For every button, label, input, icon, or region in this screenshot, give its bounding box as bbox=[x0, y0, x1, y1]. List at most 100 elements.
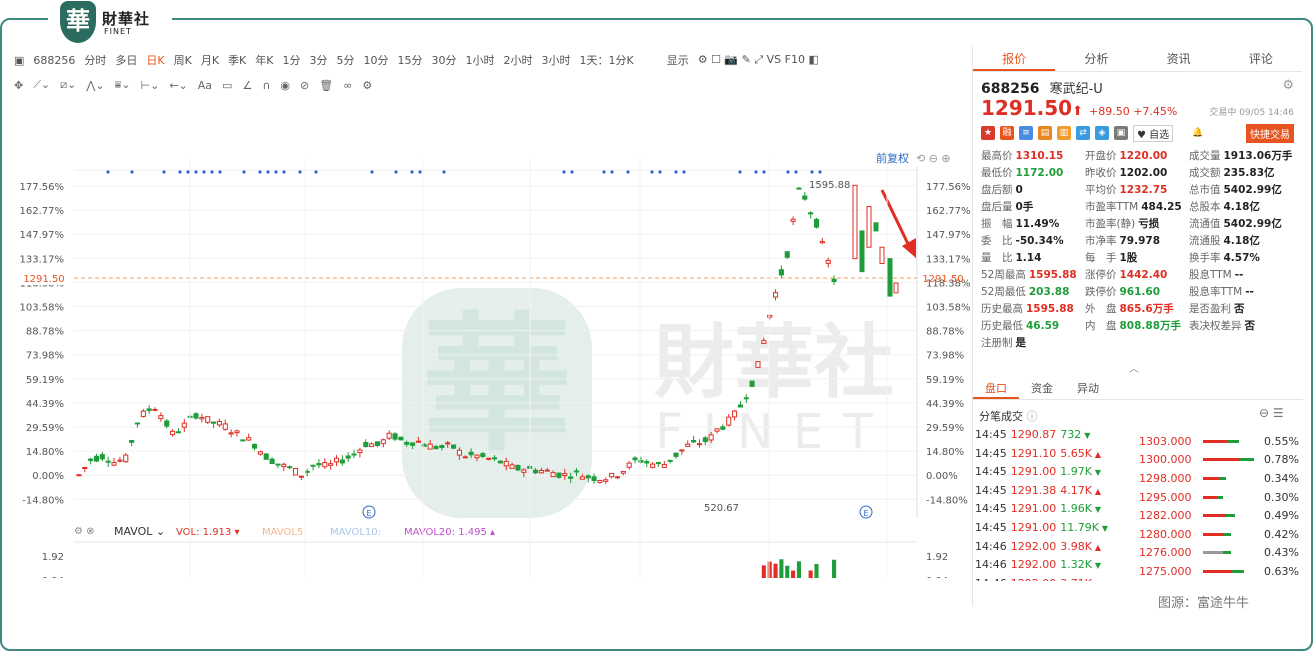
eye-icon[interactable]: ◉ bbox=[280, 79, 290, 92]
indicator-icon[interactable]: ⚙ ☐ 📷 ✎ ⤢ VS F10 ◧ bbox=[698, 53, 819, 67]
price-change: +89.50 +7.45% bbox=[1089, 105, 1178, 118]
period-tab[interactable]: 15分 bbox=[398, 52, 423, 68]
event-dot bbox=[570, 170, 574, 174]
orderbook-tab[interactable]: 资金 bbox=[1019, 378, 1065, 399]
wave-tool-icon[interactable]: ⋀⌄ bbox=[86, 79, 104, 92]
period-tab[interactable]: 季K bbox=[228, 52, 246, 68]
ticks-list: 14:45 1290.87 732 ▼ 14:45 1291.10 5.65K ▲ 14:45 1… bbox=[975, 426, 1135, 581]
candle-body bbox=[275, 463, 281, 466]
event-dot bbox=[242, 170, 246, 174]
quote-tab[interactable]: 评论 bbox=[1220, 46, 1302, 71]
period-tab[interactable]: 1小时 bbox=[466, 52, 495, 68]
period-tab[interactable]: 1分 bbox=[283, 52, 301, 68]
layout-icon[interactable]: ▣ bbox=[14, 54, 24, 67]
quote-cell: 外 盘 865.6万手 bbox=[1085, 303, 1174, 315]
display-menu[interactable]: 显示 bbox=[667, 52, 689, 68]
fib-tool-icon[interactable]: ⩸⌄ bbox=[115, 78, 131, 92]
quote-cell: 表决权差异否 bbox=[1189, 320, 1255, 332]
period-tab[interactable]: 10分 bbox=[364, 52, 389, 68]
orderbook-row: 1298.000 0.34% bbox=[1139, 471, 1299, 485]
vol-label: VOL: 1.913 ▾ bbox=[176, 527, 239, 538]
vol-y-label: 0.94 bbox=[42, 576, 64, 578]
quote-cell: 量 比 1.14 bbox=[981, 252, 1042, 264]
candle-body bbox=[152, 408, 158, 411]
y-tick-label: 177.56% bbox=[20, 182, 65, 193]
orderbook-row: 1282.000 0.49% bbox=[1139, 509, 1299, 523]
candle-body bbox=[351, 453, 357, 456]
orderbook-bar bbox=[1203, 551, 1254, 555]
collapse-chevron-icon[interactable]: ︿ bbox=[1129, 360, 1139, 375]
y-tick-label: 59.19% bbox=[26, 375, 64, 386]
kline-chart[interactable]: 華財華社FINET177.56% 177.56%162.77% 162.77%147… bbox=[14, 98, 971, 578]
quote-cell: 最高价 1310.15 bbox=[981, 150, 1064, 162]
period-tab[interactable]: 30分 bbox=[432, 52, 457, 68]
comment-tool-icon[interactable]: ▭ bbox=[222, 79, 232, 92]
bell-icon[interactable]: 🔔 bbox=[1192, 128, 1203, 138]
event-dot bbox=[754, 170, 758, 174]
channel-tool-icon[interactable]: ⧄⌄ bbox=[60, 78, 76, 92]
period-tab[interactable]: 多日 bbox=[115, 52, 137, 68]
quote-cell: 每 手 1股 bbox=[1085, 252, 1138, 264]
line-tool-icon[interactable]: ⟋⌄ bbox=[33, 78, 50, 92]
candle-body bbox=[761, 340, 767, 344]
event-dot bbox=[626, 170, 630, 174]
ruler-icon[interactable]: ∠ bbox=[242, 79, 252, 92]
candle-body bbox=[492, 457, 498, 460]
period-tab[interactable]: 5分 bbox=[337, 52, 355, 68]
candle-body bbox=[427, 443, 433, 450]
event-dot bbox=[738, 170, 742, 174]
quote-cell: 盘后额 0 bbox=[981, 184, 1023, 196]
period-tab[interactable]: 年K bbox=[255, 52, 273, 68]
quote-tab[interactable]: 分析 bbox=[1055, 46, 1137, 71]
orderbook-bar bbox=[1203, 569, 1254, 573]
link-icon[interactable]: ∞ bbox=[343, 79, 352, 92]
candle-body bbox=[767, 314, 773, 318]
crosshair-icon[interactable]: ✥ bbox=[14, 79, 23, 92]
orderbook-bar bbox=[1203, 532, 1254, 536]
fast-trade-button[interactable]: 快捷交易 bbox=[1246, 123, 1294, 143]
settings-gear-icon[interactable]: ⚙ bbox=[1282, 78, 1294, 93]
period-tab[interactable]: 3分 bbox=[310, 52, 328, 68]
ticks-tools[interactable]: ⊖ ☰ bbox=[1259, 406, 1284, 420]
candle-body bbox=[544, 469, 550, 472]
y-tick-label-right: 88.78% bbox=[926, 327, 964, 338]
measure-tool-icon[interactable]: ⊢⌄ bbox=[141, 79, 160, 92]
period-tab[interactable]: 周K bbox=[174, 52, 192, 68]
tick-row: 14:46 1292.00 3.98K ▲ bbox=[975, 539, 1102, 553]
orderbook-tab[interactable]: 异动 bbox=[1065, 378, 1111, 399]
period-tab[interactable]: 1天：1分K bbox=[580, 52, 634, 68]
candle-body bbox=[556, 472, 562, 478]
order-book: 1303.000 0.55% 1300.000 0.78% 1298.000 0.34% 1… bbox=[1139, 432, 1299, 582]
candle-body bbox=[790, 218, 796, 222]
period-tab[interactable]: 3小时 bbox=[542, 52, 571, 68]
trash-icon[interactable]: 🗑 bbox=[319, 79, 333, 92]
layers-icon: ≡ bbox=[1019, 126, 1033, 140]
y-tick-label: 73.98% bbox=[26, 351, 64, 362]
candle-body bbox=[251, 443, 258, 449]
settings-icon[interactable]: ⚙ bbox=[362, 79, 372, 92]
quote-tab[interactable]: 资讯 bbox=[1138, 46, 1220, 71]
candle-body bbox=[503, 460, 509, 467]
image-source: 图源：富途牛牛 bbox=[1158, 596, 1250, 611]
event-dot bbox=[418, 170, 422, 174]
candle-body bbox=[609, 472, 615, 478]
hide-icon[interactable]: ⊘ bbox=[300, 79, 309, 92]
magnet-icon[interactable]: ∩ bbox=[262, 79, 270, 92]
period-tab[interactable]: 分时 bbox=[84, 52, 106, 68]
quote-tab[interactable]: 报价 bbox=[973, 46, 1056, 71]
arrow-tool-icon[interactable]: ←⌄ bbox=[169, 79, 187, 92]
candle-body bbox=[626, 462, 632, 468]
candle-body bbox=[246, 437, 252, 441]
quote-cell: 历史最高 1595.88 bbox=[981, 303, 1074, 315]
period-tab[interactable]: 日K bbox=[146, 52, 164, 68]
period-tab[interactable]: 月K bbox=[201, 52, 219, 68]
quote-cell: 52周最低 203.88 bbox=[981, 286, 1070, 298]
orderbook-bar bbox=[1203, 495, 1254, 499]
add-watchlist-button[interactable]: ♥ 自选 bbox=[1133, 124, 1174, 142]
candle-body bbox=[392, 433, 398, 440]
period-tab[interactable]: 2小时 bbox=[504, 52, 533, 68]
candle-body bbox=[298, 475, 304, 478]
text-tool-icon[interactable]: Aa bbox=[198, 79, 212, 92]
orderbook-tab[interactable]: 盘口 bbox=[973, 378, 1019, 399]
candle-body bbox=[831, 278, 837, 282]
